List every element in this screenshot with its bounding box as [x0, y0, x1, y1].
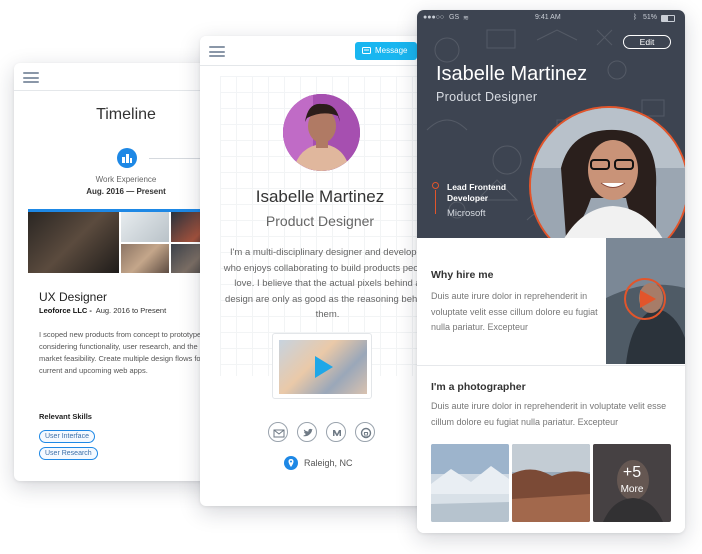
showcase-stage: Timeline Work Experience Aug. 2016 — Pre…: [0, 0, 702, 554]
avatar[interactable]: [283, 94, 360, 171]
social-links: [268, 422, 378, 442]
work-experience-icon[interactable]: [117, 148, 137, 168]
work-photo: [121, 244, 169, 273]
timeline-topbar: [14, 63, 224, 91]
timeline-card: Timeline Work Experience Aug. 2016 — Pre…: [14, 63, 224, 481]
menu-icon[interactable]: [209, 46, 225, 57]
clock: 9:41 AM: [535, 14, 561, 21]
profile-name: Isabelle Martinez: [255, 187, 385, 206]
battery-icon: [661, 15, 675, 22]
message-icon: [362, 47, 371, 54]
milestone-date: Aug. 2016 — Present: [86, 187, 166, 196]
profile-bio: I'm a multi-disciplinary designer and de…: [223, 247, 432, 320]
why-hire-video[interactable]: [606, 238, 685, 364]
company-name: Leoforce LLC -: [39, 306, 92, 315]
location-text: Raleigh, NC: [304, 458, 353, 468]
message-button-label: Message: [375, 46, 408, 55]
milestone-label: Work Experience: [95, 175, 157, 184]
battery-percent: 51%: [643, 14, 658, 21]
more-overlay: +5 More: [593, 444, 671, 522]
more-label: More: [620, 484, 644, 495]
work-photo-collage[interactable]: [28, 212, 224, 273]
carrier-label: GS: [449, 14, 460, 21]
gallery-photo[interactable]: [431, 444, 509, 522]
photographer-section: I'm a photographer Duis aute irure dolor…: [417, 366, 685, 533]
why-hire-section: Why hire me Duis aute irure dolor in rep…: [417, 238, 685, 366]
medium-icon[interactable]: [326, 422, 346, 442]
job-description: I scoped new products from concept to pr…: [39, 330, 204, 375]
location-pin-icon: [284, 456, 298, 470]
video-thumbnail[interactable]: [272, 333, 372, 399]
current-role: Lead Frontend Developer: [447, 182, 507, 203]
why-hire-text: Duis aute irure dolor in reprehenderit i…: [431, 291, 598, 332]
hero-name: Isabelle Martinez: [436, 63, 588, 85]
timeline-line: [435, 190, 436, 214]
profile-title: Product Designer: [265, 213, 375, 229]
company-dates: Aug. 2016 to Present: [95, 306, 167, 315]
why-hire-heading: Why hire me: [431, 269, 494, 281]
profile-topbar: Message: [200, 36, 435, 66]
message-button[interactable]: Message: [355, 42, 417, 60]
current-company: Microsoft: [447, 208, 486, 219]
wifi-icon: ≋: [463, 15, 469, 22]
photographer-heading: I'm a photographer: [431, 381, 526, 393]
skills-heading: Relevant Skills: [39, 412, 92, 421]
timeline-title: Timeline: [96, 106, 156, 123]
twitter-icon[interactable]: [297, 422, 317, 442]
work-photo: [28, 212, 119, 273]
gallery-more[interactable]: +5 More: [593, 444, 671, 522]
work-photo: [121, 212, 169, 242]
profile-card: Message Isabelle Martinez Product Design…: [200, 36, 435, 506]
timeline-dot: [432, 182, 439, 189]
play-icon[interactable]: [315, 356, 333, 378]
skill-tag[interactable]: User Interface: [39, 430, 95, 443]
email-icon[interactable]: [268, 422, 288, 442]
edit-button[interactable]: Edit: [623, 35, 671, 49]
signal-icon: ●●●○○: [423, 14, 445, 21]
mobile-profile-card: ●●●○○ GS ≋ 9:41 AM ᛒ 51% Edit Isabelle M…: [417, 10, 685, 533]
status-bar: ●●●○○ GS ≋ 9:41 AM ᛒ 51%: [417, 14, 685, 26]
job-title: UX Designer: [39, 290, 108, 304]
gallery-photo[interactable]: [512, 444, 590, 522]
more-count: +5: [622, 464, 642, 481]
photographer-text: Duis aute irure dolor in reprehenderit i…: [431, 401, 667, 427]
hero-role: Product Designer: [436, 90, 538, 104]
profile-hero: ●●●○○ GS ≋ 9:41 AM ᛒ 51% Edit Isabelle M…: [417, 10, 685, 238]
bluetooth-icon: ᛒ: [633, 14, 638, 21]
menu-icon[interactable]: [23, 72, 39, 83]
video-preview: [279, 340, 367, 394]
play-icon[interactable]: [640, 290, 656, 308]
company-line: Leoforce LLC - Aug. 2016 to Present: [39, 306, 166, 315]
github-icon[interactable]: [355, 422, 375, 442]
skill-tag[interactable]: User Research: [39, 447, 98, 460]
